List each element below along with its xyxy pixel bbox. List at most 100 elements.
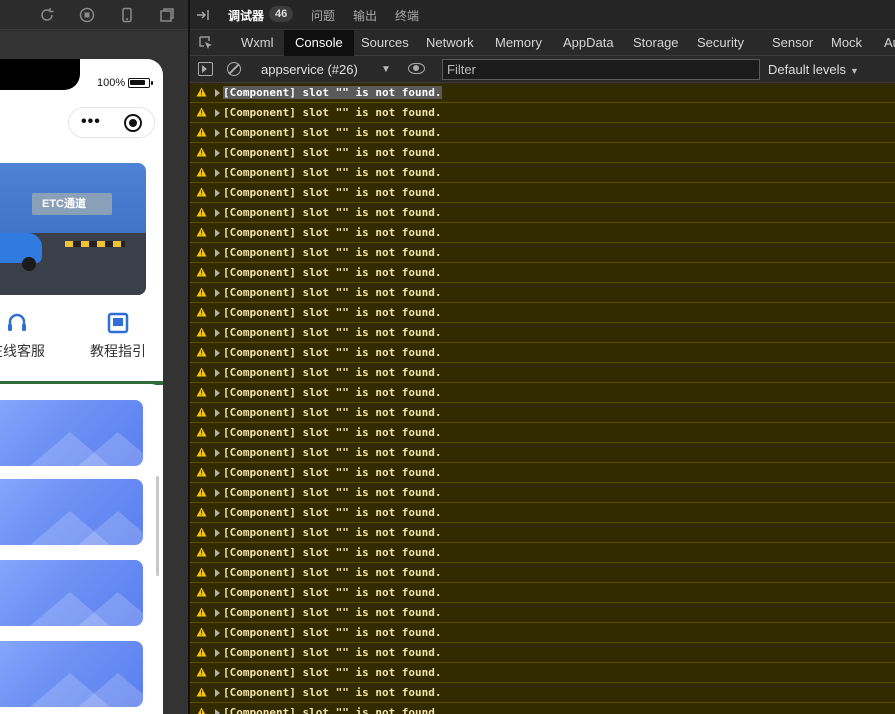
console-warning-row[interactable]: [Component] slot "" is not found.	[190, 243, 895, 263]
expand-caret-icon[interactable]	[215, 609, 220, 617]
expand-caret-icon[interactable]	[215, 669, 220, 677]
tab-wxml[interactable]: Wxml	[230, 30, 285, 56]
expand-caret-icon[interactable]	[215, 289, 220, 297]
expand-caret-icon[interactable]	[215, 709, 220, 714]
console-warning-row[interactable]: [Component] slot "" is not found.	[190, 683, 895, 703]
log-levels-dropdown[interactable]: Default levels ▼	[768, 62, 859, 77]
refresh-icon[interactable]	[39, 7, 55, 23]
expand-caret-icon[interactable]	[215, 549, 220, 557]
expand-caret-icon[interactable]	[215, 409, 220, 417]
tab-issues[interactable]: 问题	[311, 7, 335, 24]
etc-banner[interactable]: ETC通道	[0, 163, 146, 295]
console-warning-row[interactable]: [Component] slot "" is not found.	[190, 163, 895, 183]
console-warning-row[interactable]: [Component] slot "" is not found.	[190, 703, 895, 714]
expand-caret-icon[interactable]	[215, 229, 220, 237]
console-warning-row[interactable]: [Component] slot "" is not found.	[190, 543, 895, 563]
expand-caret-icon[interactable]	[215, 349, 220, 357]
tab-debugger[interactable]: 调试器	[228, 7, 264, 24]
console-warning-row[interactable]: [Component] slot "" is not found.	[190, 83, 895, 103]
console-warning-row[interactable]: [Component] slot "" is not found.	[190, 143, 895, 163]
console-warning-row[interactable]: [Component] slot "" is not found.	[190, 263, 895, 283]
expand-caret-icon[interactable]	[215, 449, 220, 457]
console-warning-row[interactable]: [Component] slot "" is not found.	[190, 303, 895, 323]
expand-caret-icon[interactable]	[215, 129, 220, 137]
stop-icon[interactable]	[79, 7, 95, 23]
sheet-card[interactable]	[0, 400, 143, 466]
expand-caret-icon[interactable]	[215, 469, 220, 477]
tab-console[interactable]: Console	[284, 30, 354, 56]
console-warning-row[interactable]: [Component] slot "" is not found.	[190, 423, 895, 443]
miniprogram-close-icon[interactable]	[124, 114, 142, 132]
console-warning-row[interactable]: [Component] slot "" is not found.	[190, 203, 895, 223]
console-warning-row[interactable]: [Component] slot "" is not found.	[190, 663, 895, 683]
expand-caret-icon[interactable]	[215, 109, 220, 117]
console-warning-row[interactable]: [Component] slot "" is not found.	[190, 383, 895, 403]
console-warning-row[interactable]: [Component] slot "" is not found.	[190, 463, 895, 483]
tab-mock[interactable]: Mock	[820, 30, 873, 56]
more-icon[interactable]: •••	[81, 114, 101, 130]
expand-caret-icon[interactable]	[215, 429, 220, 437]
context-selector[interactable]: appservice (#26) ▼	[253, 60, 391, 79]
expand-caret-icon[interactable]	[215, 369, 220, 377]
clear-console-icon[interactable]	[227, 62, 241, 76]
expand-caret-icon[interactable]	[215, 489, 220, 497]
tab-terminal[interactable]: 终端	[395, 7, 419, 24]
console-warning-row[interactable]: [Component] slot "" is not found.	[190, 483, 895, 503]
sheet-card[interactable]	[0, 479, 143, 545]
console-warning-row[interactable]: [Component] slot "" is not found.	[190, 503, 895, 523]
console-warning-row[interactable]: [Component] slot "" is not found.	[190, 103, 895, 123]
nav-item-online-service[interactable]: 在线客服	[0, 311, 52, 361]
expand-caret-icon[interactable]	[215, 649, 220, 657]
filter-input[interactable]	[442, 59, 760, 80]
expand-caret-icon[interactable]	[215, 309, 220, 317]
console-warning-row[interactable]: [Component] slot "" is not found.	[190, 323, 895, 343]
console-warning-row[interactable]: [Component] slot "" is not found.	[190, 523, 895, 543]
expand-caret-icon[interactable]	[215, 169, 220, 177]
expand-caret-icon[interactable]	[215, 329, 220, 337]
tab-sensor[interactable]: Sensor	[761, 30, 824, 56]
expand-caret-icon[interactable]	[215, 689, 220, 697]
tab-memory[interactable]: Memory	[484, 30, 553, 56]
console-warning-row[interactable]: [Component] slot "" is not found.	[190, 343, 895, 363]
dock-side-icon[interactable]	[196, 8, 210, 22]
expand-caret-icon[interactable]	[215, 529, 220, 537]
tab-audits[interactable]: Audits	[873, 30, 895, 56]
inspect-element-icon[interactable]	[198, 35, 214, 51]
sidebar-toggle-icon[interactable]	[198, 62, 213, 76]
expand-caret-icon[interactable]	[215, 629, 220, 637]
console-warning-row[interactable]: [Component] slot "" is not found.	[190, 443, 895, 463]
expand-caret-icon[interactable]	[215, 589, 220, 597]
expand-caret-icon[interactable]	[215, 189, 220, 197]
console-warning-row[interactable]: [Component] slot "" is not found.	[190, 183, 895, 203]
sheet-card[interactable]	[0, 560, 143, 626]
expand-caret-icon[interactable]	[215, 149, 220, 157]
console-warning-row[interactable]: [Component] slot "" is not found.	[190, 123, 895, 143]
expand-caret-icon[interactable]	[215, 509, 220, 517]
console-warning-row[interactable]: [Component] slot "" is not found.	[190, 283, 895, 303]
expand-caret-icon[interactable]	[215, 269, 220, 277]
console-warning-row[interactable]: [Component] slot "" is not found.	[190, 363, 895, 383]
nav-item-tutorial[interactable]: 教程指引	[83, 311, 153, 361]
expand-caret-icon[interactable]	[215, 89, 220, 97]
eye-icon[interactable]	[408, 63, 425, 74]
console-warning-row[interactable]: [Component] slot "" is not found.	[190, 583, 895, 603]
console-warning-row[interactable]: [Component] slot "" is not found.	[190, 403, 895, 423]
phone-icon[interactable]	[119, 7, 135, 23]
window-icon[interactable]	[159, 7, 175, 23]
console-warning-row[interactable]: [Component] slot "" is not found.	[190, 623, 895, 643]
tab-storage[interactable]: Storage	[622, 30, 690, 56]
tab-sources[interactable]: Sources	[350, 30, 420, 56]
expand-caret-icon[interactable]	[215, 569, 220, 577]
tab-output[interactable]: 输出	[353, 7, 377, 24]
console-warning-row[interactable]: [Component] slot "" is not found.	[190, 603, 895, 623]
sheet-scrollbar[interactable]	[156, 476, 159, 576]
console-warning-row[interactable]: [Component] slot "" is not found.	[190, 643, 895, 663]
tab-appdata[interactable]: AppData	[552, 30, 625, 56]
expand-caret-icon[interactable]	[215, 249, 220, 257]
tab-network[interactable]: Network	[415, 30, 485, 56]
console-warning-row[interactable]: [Component] slot "" is not found.	[190, 223, 895, 243]
sheet-card[interactable]	[0, 641, 143, 707]
expand-caret-icon[interactable]	[215, 389, 220, 397]
console-warning-row[interactable]: [Component] slot "" is not found.	[190, 563, 895, 583]
expand-caret-icon[interactable]	[215, 209, 220, 217]
